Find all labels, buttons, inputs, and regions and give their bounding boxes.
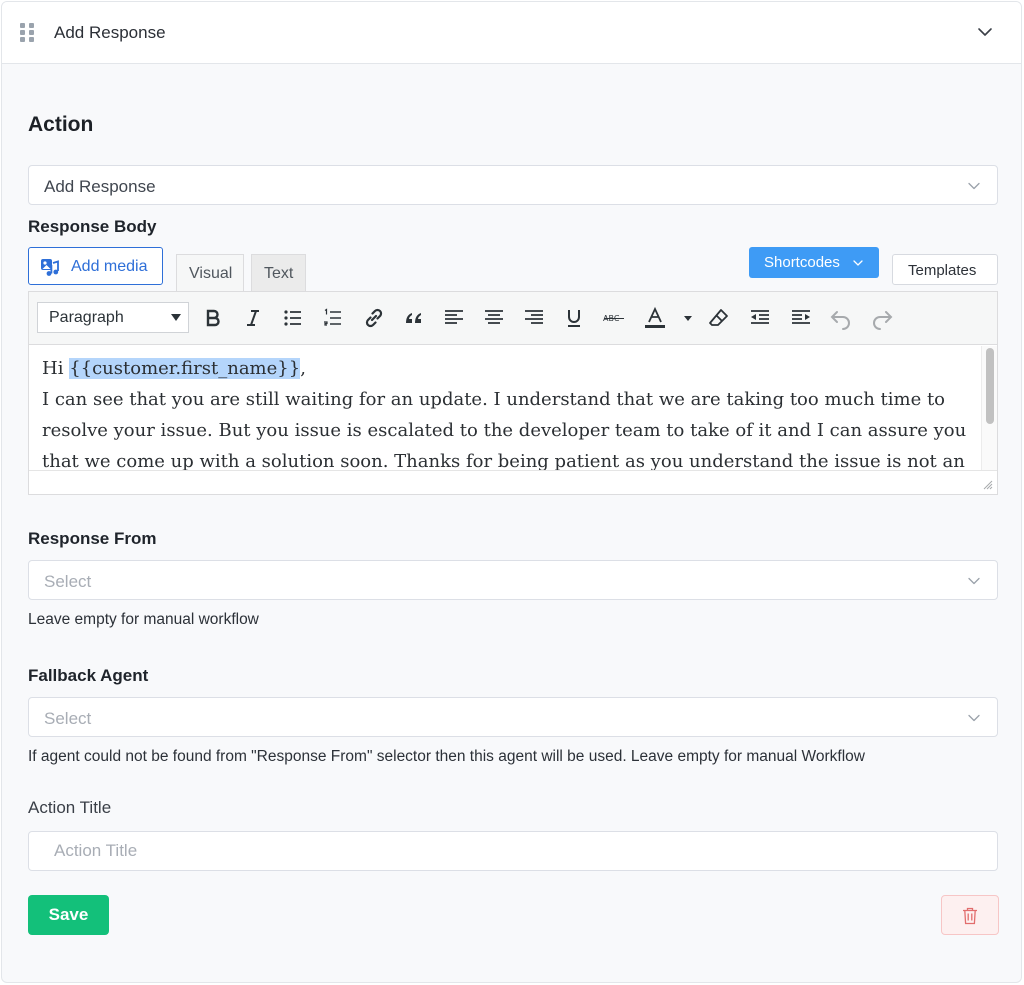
numbered-list-icon — [324, 308, 341, 326]
rich-text-editor[interactable]: Paragraph ABC Hi {{customer.first_name}}… — [28, 291, 998, 495]
add-response-panel: Add Response Action Add Response Respons… — [1, 1, 1022, 983]
italic-icon — [247, 310, 259, 326]
numbered-list-button[interactable] — [319, 304, 347, 332]
outdent-button[interactable] — [746, 304, 774, 332]
action-title-field[interactable] — [28, 831, 998, 871]
drag-handle-icon[interactable] — [20, 23, 36, 43]
resize-handle-icon[interactable] — [981, 478, 993, 490]
action-type-value: Add Response — [44, 177, 156, 196]
link-icon — [365, 308, 383, 328]
editor-body-text: I can see that you are still waiting for… — [42, 389, 967, 470]
chevron-down-icon — [968, 577, 980, 585]
bullet-list-button[interactable] — [279, 304, 307, 332]
media-icon — [41, 259, 59, 276]
add-media-label: Add media — [71, 258, 148, 275]
action-section-title: Action — [28, 113, 94, 136]
blockquote-button[interactable] — [400, 304, 428, 332]
bullet-list-icon — [284, 310, 301, 326]
action-type-select[interactable]: Add Response — [28, 165, 998, 205]
templates-button[interactable]: Templates — [892, 254, 998, 285]
text-color-button[interactable] — [641, 304, 669, 332]
italic-button[interactable] — [239, 304, 267, 332]
panel-header[interactable]: Add Response — [2, 2, 1021, 64]
shortcodes-button[interactable]: Shortcodes — [749, 247, 879, 278]
delete-button[interactable] — [941, 895, 999, 935]
action-title-label: Action Title — [28, 798, 112, 817]
response-from-select[interactable]: Select — [28, 560, 998, 600]
strikethrough-icon: ABC — [603, 314, 624, 323]
editor-toolbar: Paragraph ABC — [29, 292, 997, 345]
response-from-placeholder: Select — [44, 572, 92, 591]
blockquote-icon — [406, 313, 421, 323]
align-right-icon — [525, 310, 543, 324]
indent-button[interactable] — [787, 304, 815, 332]
redo-button[interactable] — [868, 304, 896, 332]
link-button[interactable] — [360, 304, 388, 332]
response-body-label: Response Body — [28, 217, 157, 236]
align-left-button[interactable] — [440, 304, 468, 332]
align-left-icon — [445, 310, 463, 324]
greeting-suffix: , — [300, 358, 306, 379]
underline-icon — [568, 310, 580, 327]
editor-scrollbar-thumb[interactable] — [986, 348, 994, 424]
tab-visual[interactable]: Visual — [176, 254, 244, 291]
editor-scrollbar[interactable] — [981, 346, 997, 470]
fallback-agent-placeholder: Select — [44, 709, 92, 728]
text-color-dropdown[interactable] — [674, 304, 702, 332]
bold-icon — [206, 309, 220, 327]
tab-text[interactable]: Text — [251, 254, 306, 291]
align-center-button[interactable] — [480, 304, 508, 332]
action-title-input[interactable] — [29, 832, 997, 870]
align-center-icon — [485, 310, 503, 324]
redo-icon — [873, 311, 893, 330]
clear-format-icon — [709, 309, 728, 326]
trash-icon — [963, 907, 977, 925]
outdent-icon — [751, 310, 769, 324]
align-right-button[interactable] — [520, 304, 548, 332]
caret-down-icon — [684, 316, 692, 321]
panel-title: Add Response — [54, 23, 166, 42]
chevron-down-icon — [968, 182, 980, 190]
editor-content-area[interactable]: Hi {{customer.first_name}}, I can see th… — [29, 346, 984, 470]
chevron-down-icon[interactable] — [977, 24, 993, 40]
undo-icon — [830, 311, 850, 330]
clear-format-button[interactable] — [705, 304, 733, 332]
text-color-icon — [645, 306, 665, 328]
editor-greeting-line: Hi {{customer.first_name}}, — [42, 353, 984, 384]
strikethrough-button[interactable]: ABC — [601, 304, 629, 332]
underline-button[interactable] — [560, 304, 588, 332]
chevron-down-icon — [968, 714, 980, 722]
greeting-prefix: Hi — [42, 358, 70, 379]
fallback-agent-label: Fallback Agent — [28, 666, 149, 685]
shortcode-token: {{customer.first_name}} — [69, 358, 301, 379]
indent-icon — [792, 310, 810, 324]
add-media-button[interactable]: Add media — [28, 247, 163, 285]
response-from-label: Response From — [28, 529, 157, 548]
format-select[interactable]: Paragraph — [37, 302, 189, 333]
editor-status-bar — [29, 470, 997, 494]
chevron-down-icon — [853, 260, 863, 266]
fallback-agent-help: If agent could not be found from "Respon… — [28, 748, 865, 765]
bold-button[interactable] — [199, 304, 227, 332]
format-select-value: Paragraph — [49, 309, 124, 326]
templates-label: Templates — [908, 262, 977, 279]
caret-down-icon — [171, 314, 181, 321]
undo-button[interactable] — [827, 304, 855, 332]
response-from-help: Leave empty for manual workflow — [28, 611, 259, 628]
fallback-agent-select[interactable]: Select — [28, 697, 998, 737]
save-button[interactable]: Save — [28, 895, 109, 935]
shortcodes-label: Shortcodes — [764, 254, 840, 271]
